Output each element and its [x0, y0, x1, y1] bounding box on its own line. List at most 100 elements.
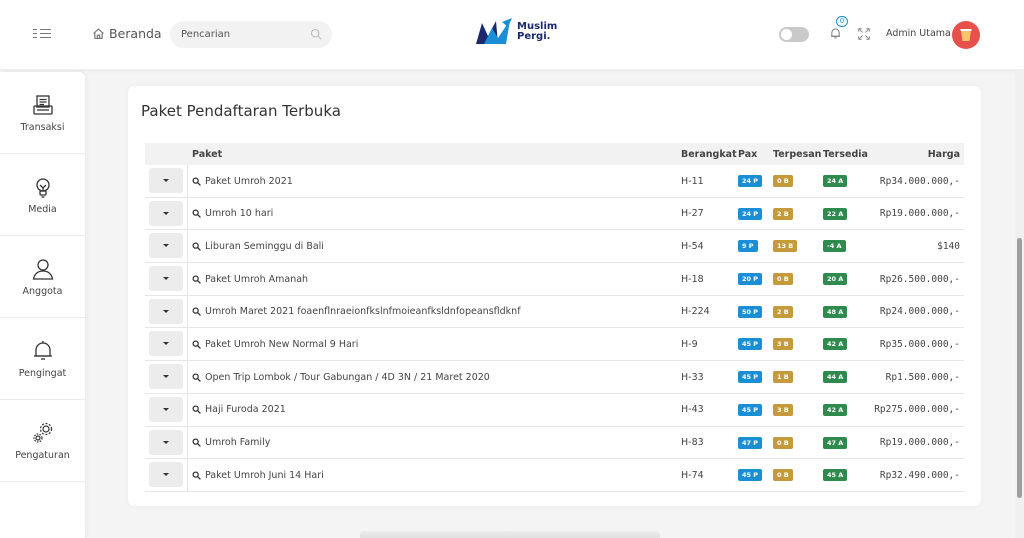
home-link[interactable]: Beranda: [92, 26, 162, 41]
row-expand-button[interactable]: [149, 462, 183, 488]
caret-down-icon: [163, 244, 169, 248]
caret-down-icon: [163, 342, 169, 346]
caret-down-icon: [163, 440, 169, 444]
package-name-cell[interactable]: Umroh Maret 2021 foaenflnraeionfkslnfmoi…: [192, 296, 521, 328]
available-badge: 22 A: [823, 207, 848, 220]
available-cell: 22 A: [823, 198, 848, 230]
table-row[interactable]: Paket Umroh Juni 14 Hari H-74 45 P 0 B 45 A R…: [145, 459, 964, 492]
available-cell: 44 A: [823, 361, 848, 393]
departure-cell: H-83: [681, 437, 704, 448]
price-cell: Rp32.490.000,-: [879, 469, 960, 481]
departure-cell: H-74: [681, 469, 704, 481]
package-name-cell[interactable]: Paket Umroh Amanah: [192, 263, 308, 295]
row-expand-button[interactable]: [149, 396, 183, 422]
search-icon: [192, 177, 201, 186]
caret-down-icon: [163, 211, 169, 215]
row-expand-button[interactable]: [149, 200, 183, 226]
row-expand-button[interactable]: [149, 168, 183, 193]
available-cell: 42 A: [823, 328, 848, 360]
bottom-panel-edge: [360, 531, 660, 538]
pax-cell: 20 P: [738, 263, 763, 295]
package-name-cell[interactable]: Paket Umroh New Normal 9 Hari: [192, 328, 358, 360]
receipt-icon: [32, 94, 53, 115]
row-expand-button[interactable]: [149, 331, 183, 357]
price-cell: Rp35.000.000,-: [879, 338, 960, 350]
price-cell: Rp26.500.000,-: [879, 273, 960, 285]
package-name-cell[interactable]: Haji Furoda 2021: [192, 394, 286, 426]
sidebar-item-media[interactable]: Media: [0, 154, 85, 236]
pax-cell: 45 P: [738, 328, 763, 360]
avatar[interactable]: [952, 21, 980, 49]
table-row[interactable]: Paket Umroh New Normal 9 Hari H-9 45 P 3 B 4…: [145, 328, 964, 362]
sidebar-item-pengingat[interactable]: Pengingat: [0, 318, 85, 400]
table-row[interactable]: Liburan Seminggu di Bali H-54 9 P 13 B -4 A $…: [145, 230, 964, 264]
package-name-cell[interactable]: Paket Umroh Juni 14 Hari: [192, 459, 324, 491]
row-expand-button[interactable]: [149, 266, 183, 292]
row-expand-button[interactable]: [149, 298, 183, 324]
package-name-cell[interactable]: Umroh 10 hari: [192, 198, 273, 230]
search-icon: [192, 438, 201, 447]
pax-cell: 47 P: [738, 427, 763, 459]
sidebar-item-anggota[interactable]: Anggota: [0, 236, 85, 318]
home-icon: [93, 28, 104, 39]
gears-icon: [32, 422, 52, 443]
table-row[interactable]: Umroh Maret 2021 foaenflnraeionfkslnfmoi…: [145, 295, 964, 329]
package-name-cell[interactable]: Paket Umroh 2021: [192, 165, 293, 197]
caret-down-icon: [163, 407, 169, 411]
package-name-cell[interactable]: Umroh Family: [192, 427, 270, 459]
pax-cell: 50 P: [738, 296, 763, 328]
search-icon[interactable]: [310, 28, 322, 40]
column-header-price: Harga: [927, 149, 960, 160]
user-name[interactable]: Admin Utama: [886, 28, 951, 39]
table-row[interactable]: Haji Furoda 2021 H-43 45 P 3 B 42 A Rp275.000…: [145, 393, 964, 427]
notification-bell-icon[interactable]: [829, 26, 842, 40]
pax-badge: 45 P: [738, 469, 763, 482]
available-badge: 20 A: [823, 273, 848, 286]
table-row[interactable]: Umroh Family H-83 47 P 0 B 47 A Rp19.000.000,…: [145, 426, 964, 460]
menu-toggle-icon[interactable]: [33, 28, 51, 40]
sidebar-item-label: Anggota: [22, 285, 63, 297]
fullscreen-icon[interactable]: [858, 28, 870, 40]
table-header: Paket Berangkat Pax Terpesan Tersedia Ha…: [145, 143, 964, 165]
theme-toggle[interactable]: [779, 27, 809, 42]
sidebar-item-transaksi[interactable]: Transaksi: [0, 72, 85, 154]
column-header-pax: Pax: [738, 149, 758, 160]
table-row[interactable]: Umroh 10 hari H-27 24 P 2 B 22 A Rp19.000.000…: [145, 197, 964, 231]
sidebar-item-label: Media: [28, 203, 57, 215]
search-icon: [192, 405, 201, 415]
departure-cell: H-54: [681, 240, 704, 252]
pax-badge: 24 P: [738, 207, 763, 220]
row-expand-button[interactable]: [149, 364, 183, 390]
search-icon: [192, 373, 201, 382]
available-badge: 42 A: [823, 338, 848, 351]
pax-badge: 50 P: [738, 305, 763, 318]
departure-cell: H-43: [681, 404, 704, 416]
booked-badge: 13 B: [773, 240, 798, 253]
available-badge: -4 A: [823, 240, 846, 253]
page-scrollbar[interactable]: [1015, 72, 1024, 538]
booked-cell: 1 B: [773, 361, 793, 393]
package-name: Haji Furoda 2021: [205, 404, 286, 416]
top-navbar: Beranda Muslim Pergi. 0 Admin Utama: [0, 0, 1024, 70]
available-badge: 45 A: [823, 469, 848, 482]
booked-cell: 0 B: [773, 165, 793, 197]
caret-down-icon: [163, 179, 169, 182]
package-name-cell[interactable]: Liburan Seminggu di Bali: [192, 230, 324, 262]
package-name-cell[interactable]: Open Trip Lombok / Tour Gabungan / 4D 3N…: [192, 361, 490, 393]
row-expand-button[interactable]: [149, 233, 183, 259]
sidebar-item-pengaturan[interactable]: Pengaturan: [0, 400, 85, 482]
column-header-departure: Berangkat: [681, 149, 737, 160]
search-input[interactable]: [170, 21, 332, 48]
booked-cell: 0 B: [773, 427, 793, 459]
user-icon: [32, 258, 53, 280]
table-row[interactable]: Paket Umroh 2021 H-11 24 P 0 B 24 A Rp34.000.…: [145, 165, 964, 198]
booked-badge: 1 B: [773, 371, 793, 384]
row-expand-button[interactable]: [149, 429, 183, 455]
logo[interactable]: Muslim Pergi.: [474, 18, 557, 46]
scrollbar-thumb[interactable]: [1017, 238, 1022, 498]
available-cell: 45 A: [823, 459, 848, 491]
table-row[interactable]: Paket Umroh Amanah H-18 20 P 0 B 20 A Rp26.50…: [145, 263, 964, 296]
pax-badge: 47 P: [738, 436, 763, 449]
booked-badge: 0 B: [773, 469, 793, 482]
table-row[interactable]: Open Trip Lombok / Tour Gabungan / 4D 3N…: [145, 361, 964, 394]
